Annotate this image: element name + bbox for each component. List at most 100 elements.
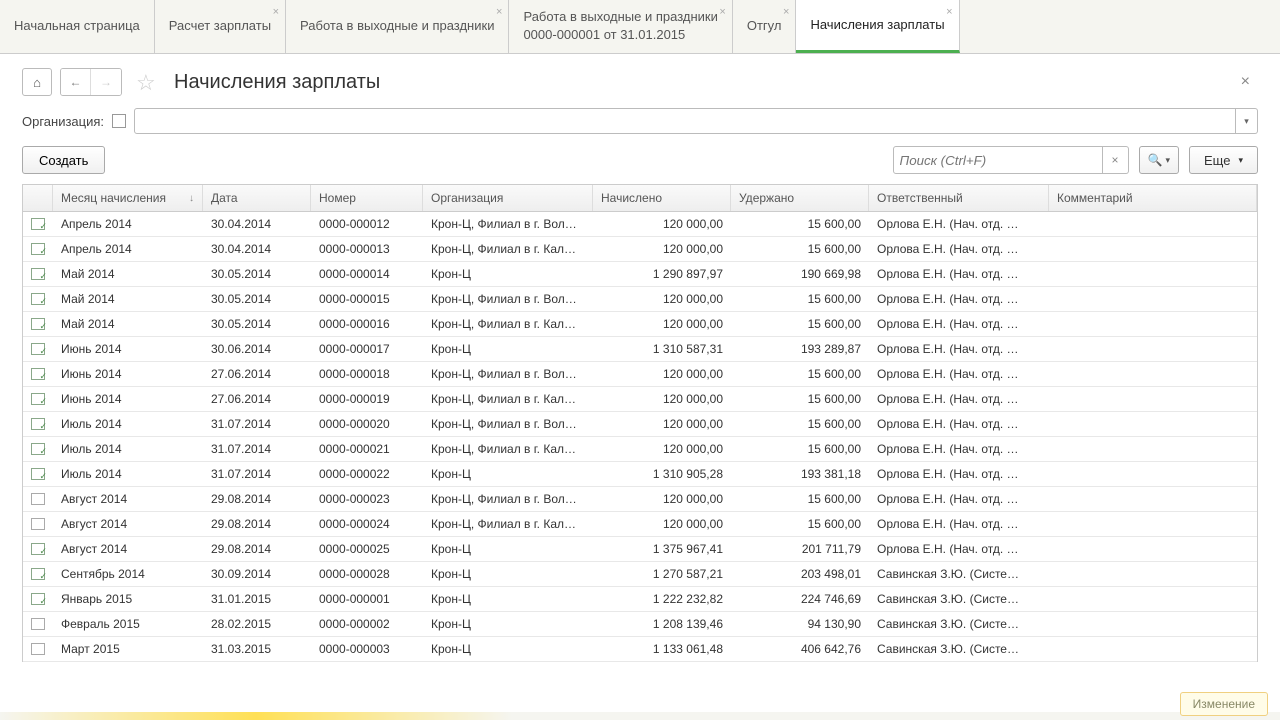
table-row[interactable]: Февраль 201528.02.20150000-000002Крон-Ц1… <box>23 612 1257 637</box>
close-icon[interactable]: × <box>783 6 789 18</box>
col-icon[interactable] <box>23 185 53 211</box>
cell-accrued: 1 208 139,46 <box>593 612 731 636</box>
cell-org: Крон-Ц, Филиал в г. Кал… <box>423 512 593 536</box>
close-page-button[interactable]: × <box>1241 73 1250 91</box>
doc-status-icon <box>23 487 53 511</box>
cell-deducted: 15 600,00 <box>731 487 869 511</box>
col-org[interactable]: Организация <box>423 185 593 211</box>
col-month[interactable]: Месяц начисления↓ <box>53 185 203 211</box>
search-input[interactable] <box>893 146 1103 174</box>
table-row[interactable]: Август 201429.08.20140000-000024Крон-Ц, … <box>23 512 1257 537</box>
tab-salary-calc[interactable]: Расчет зарплаты× <box>155 0 286 53</box>
table-row[interactable]: Июнь 201430.06.20140000-000017Крон-Ц1 31… <box>23 337 1257 362</box>
tab-timeoff[interactable]: Отгул× <box>733 0 797 53</box>
cell-org: Крон-Ц <box>423 637 593 661</box>
doc-status-icon <box>23 387 53 411</box>
table-row[interactable]: Август 201429.08.20140000-000023Крон-Ц, … <box>23 487 1257 512</box>
cell-accrued: 120 000,00 <box>593 212 731 236</box>
cell-accrued: 120 000,00 <box>593 387 731 411</box>
table-row[interactable]: Май 201430.05.20140000-000014Крон-Ц1 290… <box>23 262 1257 287</box>
cell-number: 0000-000021 <box>311 437 423 461</box>
cell-date: 31.07.2014 <box>203 437 311 461</box>
cell-deducted: 190 669,98 <box>731 262 869 286</box>
table-row[interactable]: Август 201429.08.20140000-000025Крон-Ц1 … <box>23 537 1257 562</box>
close-icon[interactable]: × <box>946 6 952 18</box>
cell-number: 0000-000017 <box>311 337 423 361</box>
table-row[interactable]: Июнь 201427.06.20140000-000018Крон-Ц, Фи… <box>23 362 1257 387</box>
grid-body[interactable]: Апрель 201430.04.20140000-000012Крон-Ц, … <box>23 212 1257 662</box>
table-row[interactable]: Январь 201531.01.20150000-000001Крон-Ц1 … <box>23 587 1257 612</box>
doc-status-icon <box>23 237 53 261</box>
back-button[interactable]: ← <box>61 69 91 95</box>
cell-number: 0000-000018 <box>311 362 423 386</box>
home-button[interactable]: ⌂ <box>22 68 52 96</box>
search-button[interactable]: 🔍▾ <box>1139 146 1179 174</box>
close-icon[interactable]: × <box>719 6 725 18</box>
cell-org: Крон-Ц, Филиал в г. Кал… <box>423 237 593 261</box>
close-icon[interactable]: × <box>496 6 502 18</box>
cell-accrued: 1 222 232,82 <box>593 587 731 611</box>
table-row[interactable]: Июль 201431.07.20140000-000021Крон-Ц, Фи… <box>23 437 1257 462</box>
cell-deducted: 15 600,00 <box>731 212 869 236</box>
doc-status-icon <box>23 287 53 311</box>
col-comment[interactable]: Комментарий <box>1049 185 1257 211</box>
table-row[interactable]: Апрель 201430.04.20140000-000012Крон-Ц, … <box>23 212 1257 237</box>
table-row[interactable]: Май 201430.05.20140000-000015Крон-Ц, Фил… <box>23 287 1257 312</box>
cell-number: 0000-000020 <box>311 412 423 436</box>
cell-month: Июль 2014 <box>53 462 203 486</box>
table-row[interactable]: Июль 201431.07.20140000-000022Крон-Ц1 31… <box>23 462 1257 487</box>
cell-responsible: Савинская З.Ю. (Систе… <box>869 562 1049 586</box>
col-accrued[interactable]: Начислено <box>593 185 731 211</box>
cell-date: 31.03.2015 <box>203 637 311 661</box>
col-deducted[interactable]: Удержано <box>731 185 869 211</box>
tab-payroll[interactable]: Начисления зарплаты× <box>796 0 959 53</box>
search-clear-button[interactable]: × <box>1103 146 1129 174</box>
cell-month: Сентябрь 2014 <box>53 562 203 586</box>
cell-month: Февраль 2015 <box>53 612 203 636</box>
close-icon[interactable]: × <box>273 6 279 18</box>
cell-responsible: Орлова Е.Н. (Нач. отд. … <box>869 412 1049 436</box>
doc-status-icon <box>23 537 53 561</box>
star-icon[interactable]: ☆ <box>136 70 160 94</box>
dropdown-icon[interactable]: ▾ <box>1236 108 1258 134</box>
cell-responsible: Орлова Е.Н. (Нач. отд. … <box>869 287 1049 311</box>
cell-responsible: Орлова Е.Н. (Нач. отд. … <box>869 262 1049 286</box>
nav-group: ← → <box>60 68 122 96</box>
col-date[interactable]: Дата <box>203 185 311 211</box>
org-checkbox[interactable] <box>112 114 126 128</box>
cell-comment <box>1049 487 1257 511</box>
table-row[interactable]: Апрель 201430.04.20140000-000013Крон-Ц, … <box>23 237 1257 262</box>
cell-accrued: 120 000,00 <box>593 512 731 536</box>
forward-button[interactable]: → <box>91 69 121 95</box>
tab-weekend-work-doc[interactable]: Работа в выходные и праздники 0000-00000… <box>509 0 732 53</box>
cell-org: Крон-Ц, Филиал в г. Вол… <box>423 362 593 386</box>
cell-responsible: Орлова Е.Н. (Нач. отд. … <box>869 512 1049 536</box>
more-button[interactable]: Еще▾ <box>1189 146 1258 174</box>
cell-accrued: 120 000,00 <box>593 487 731 511</box>
table-row[interactable]: Июнь 201427.06.20140000-000019Крон-Ц, Фи… <box>23 387 1257 412</box>
doc-status-icon <box>23 262 53 286</box>
cell-comment <box>1049 312 1257 336</box>
table-row[interactable]: Май 201430.05.20140000-000016Крон-Ц, Фил… <box>23 312 1257 337</box>
cell-comment <box>1049 262 1257 286</box>
cell-accrued: 1 270 587,21 <box>593 562 731 586</box>
create-button[interactable]: Создать <box>22 146 105 174</box>
table-row[interactable]: Март 201531.03.20150000-000003Крон-Ц1 13… <box>23 637 1257 662</box>
cell-date: 29.08.2014 <box>203 512 311 536</box>
tab-weekend-work[interactable]: Работа в выходные и праздники× <box>286 0 509 53</box>
table-row[interactable]: Сентябрь 201430.09.20140000-000028Крон-Ц… <box>23 562 1257 587</box>
notification-popup[interactable]: Изменение <box>1180 692 1268 716</box>
cell-month: Июнь 2014 <box>53 362 203 386</box>
cell-number: 0000-000023 <box>311 487 423 511</box>
cell-accrued: 1 310 905,28 <box>593 462 731 486</box>
col-number[interactable]: Номер <box>311 185 423 211</box>
org-input[interactable] <box>134 108 1236 134</box>
cell-month: Май 2014 <box>53 262 203 286</box>
col-responsible[interactable]: Ответственный <box>869 185 1049 211</box>
table-row[interactable]: Июль 201431.07.20140000-000020Крон-Ц, Фи… <box>23 412 1257 437</box>
cell-org: Крон-Ц, Филиал в г. Кал… <box>423 387 593 411</box>
cell-number: 0000-000003 <box>311 637 423 661</box>
tab-home[interactable]: Начальная страница <box>0 0 155 53</box>
cell-accrued: 1 310 587,31 <box>593 337 731 361</box>
cell-number: 0000-000014 <box>311 262 423 286</box>
